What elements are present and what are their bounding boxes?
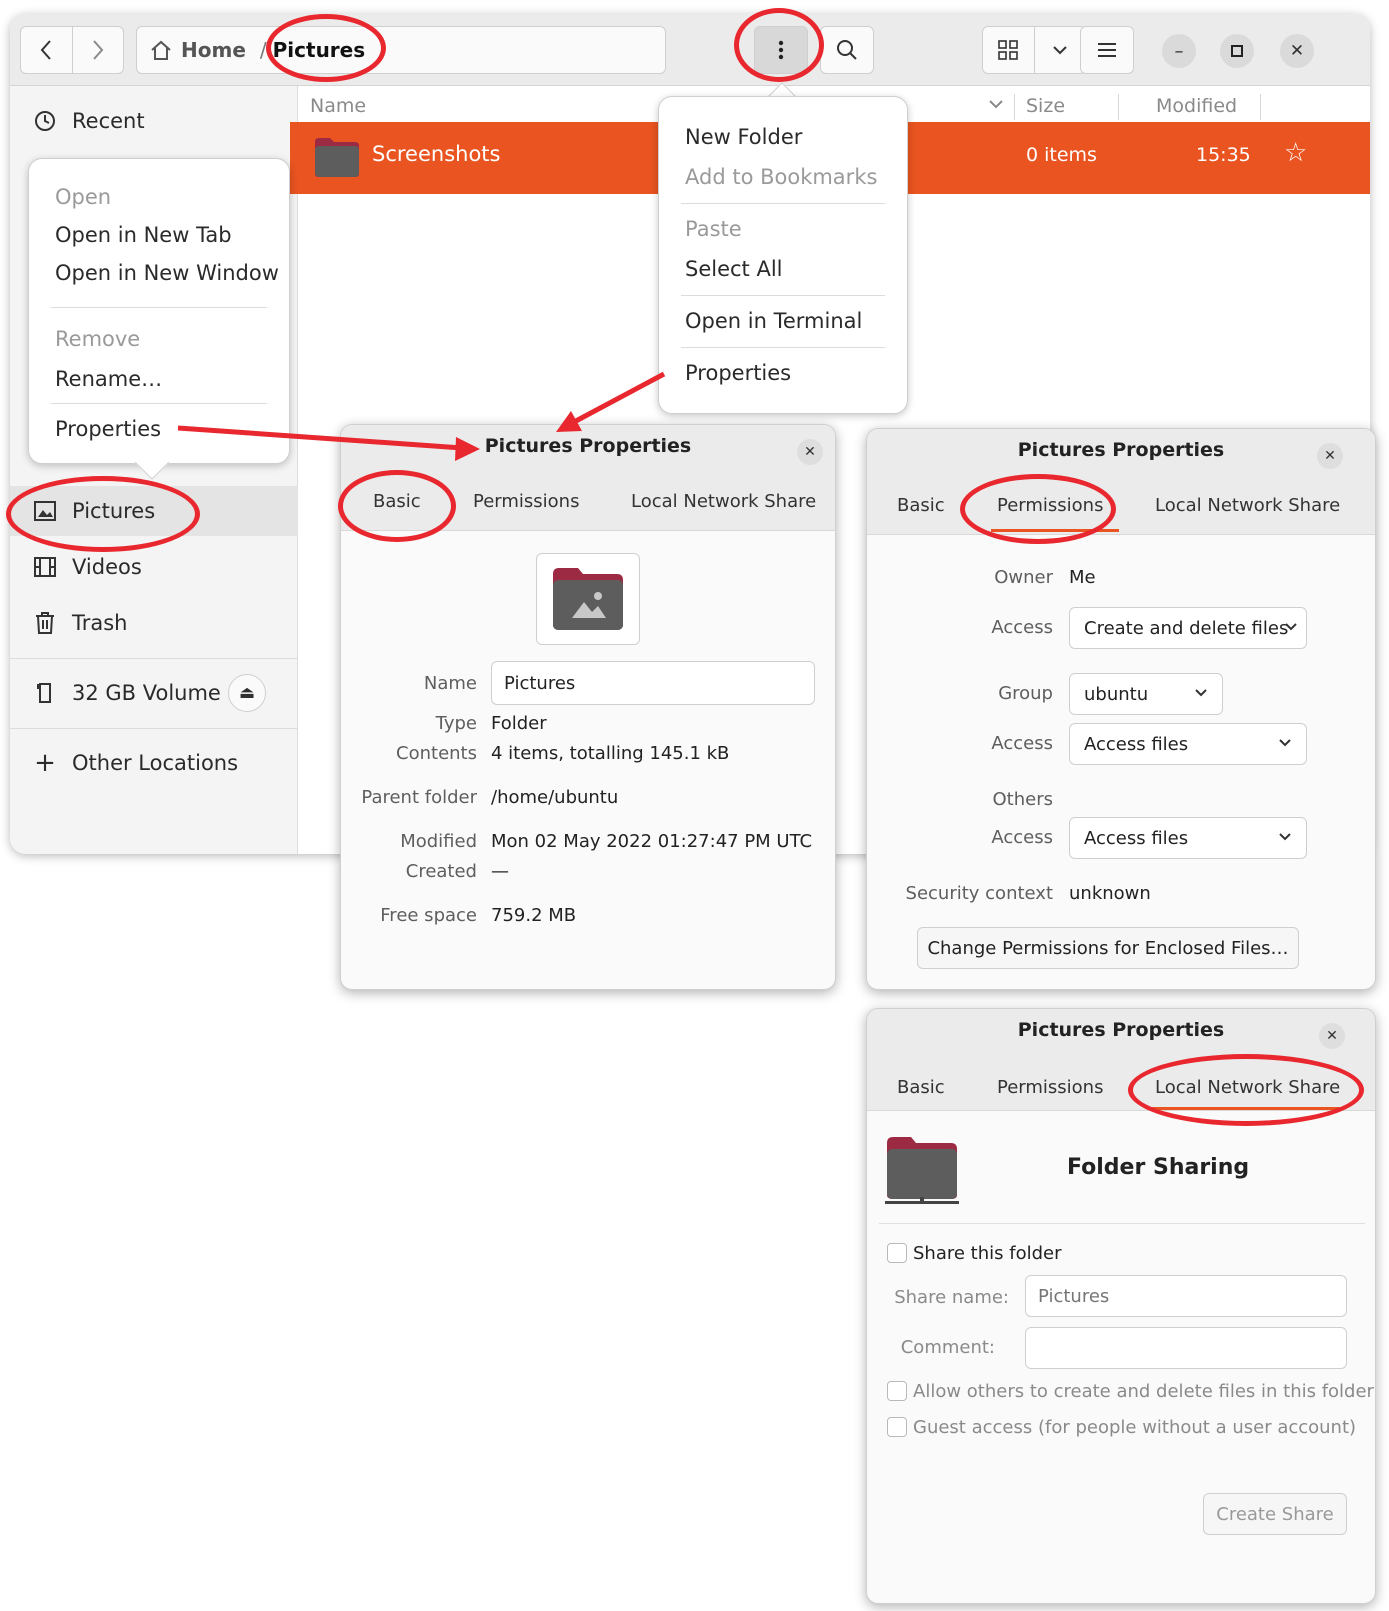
annotation-arrows [177,371,666,461]
arrow-sidebar-properties-to-dialog [177,425,480,461]
arrow-menu-properties-to-dialog [556,371,666,432]
